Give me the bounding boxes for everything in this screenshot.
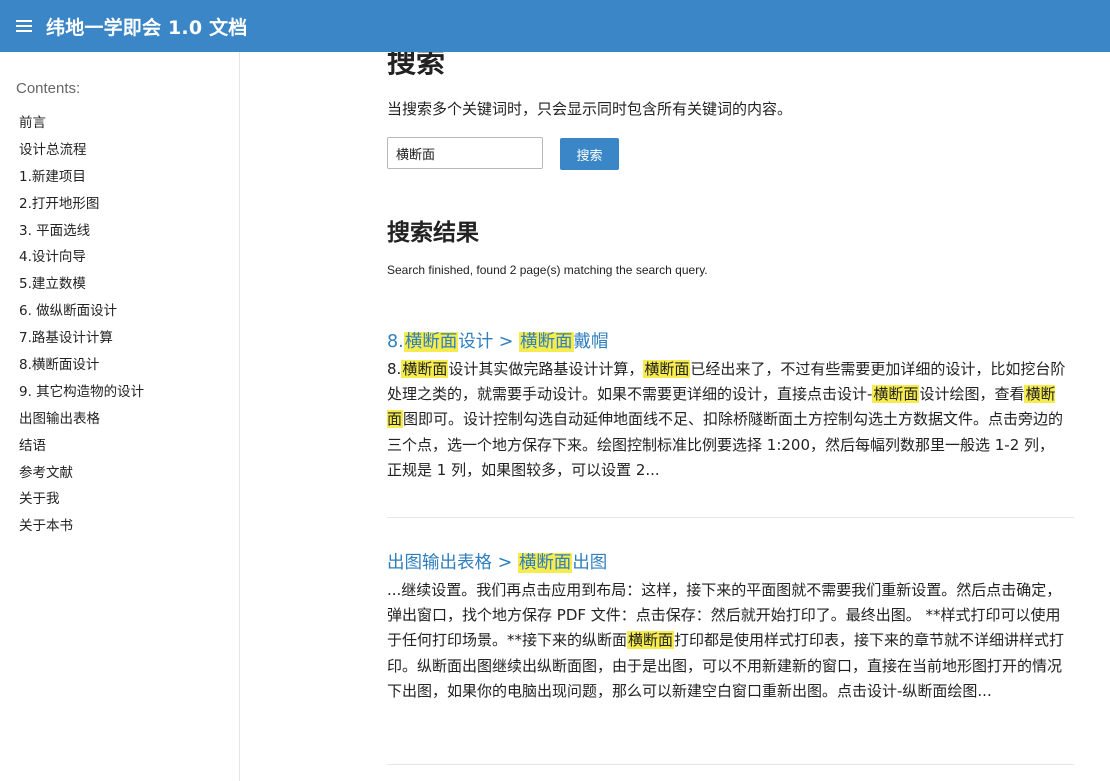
toc-item[interactable]: 关于本书 (19, 517, 144, 544)
search-result: 8.横断面设计 > 横断面戴帽 8.横断面设计其实做完路基设计计算，横断面已经出… (387, 330, 1075, 483)
toc-item[interactable]: 6. 做纵断面设计 (19, 302, 144, 329)
search-input[interactable] (387, 137, 543, 169)
highlight-term: 横断面 (872, 385, 920, 404)
breadcrumb-separator: > (498, 332, 514, 352)
table-of-contents: 前言 设计总流程 1.新建项目 2.打开地形图 3. 平面选线 4.设计向导 5… (19, 114, 144, 544)
result-snippet: 8.横断面设计其实做完路基设计计算，横断面已经出来了，不过有些需要更加详细的设计… (387, 357, 1067, 483)
highlight-term: 横断面 (643, 360, 691, 378)
title-segment: 8. (387, 332, 404, 352)
highlight-term: 横断面 (627, 631, 675, 650)
snippet-segment: 8. (387, 360, 402, 378)
highlight-term: 横断面 (519, 332, 574, 352)
main-content: 搜索 当搜索多个关键词时，只会显示同时包含所有关键词的内容。 搜索 搜索结果 S… (387, 52, 1075, 781)
toc-item[interactable]: 9. 其它构造物的设计 (19, 383, 144, 410)
title-segment: 出图输出表格 (387, 553, 498, 573)
highlight-term: 横断面 (403, 332, 459, 352)
toc-item[interactable]: 5.建立数模 (19, 275, 144, 302)
toc-item[interactable]: 参考文献 (19, 464, 144, 491)
toc-item[interactable]: 3. 平面选线 (19, 222, 144, 249)
toc-item[interactable]: 出图输出表格 (19, 410, 144, 437)
hamburger-menu-icon[interactable] (16, 20, 32, 32)
contents-caption: Contents: (16, 80, 81, 97)
toc-item[interactable]: 4.设计向导 (19, 248, 144, 275)
toc-item[interactable]: 设计总流程 (19, 141, 144, 168)
result-divider (387, 764, 1074, 765)
result-divider (387, 517, 1074, 518)
breadcrumb-separator: > (497, 553, 513, 573)
toc-item[interactable]: 2.打开地形图 (19, 195, 144, 222)
search-result: 出图输出表格 > 横断面出图 ...继续设置。我们再点击应用到布局：这样，接下来… (387, 551, 1075, 704)
title-segment: 出图 (572, 553, 608, 573)
toc-item[interactable]: 8.横断面设计 (19, 356, 144, 383)
sidebar: Contents: 前言 设计总流程 1.新建项目 2.打开地形图 3. 平面选… (0, 52, 240, 781)
results-summary: Search finished, found 2 page(s) matchin… (387, 263, 708, 277)
title-segment: 设计 (458, 332, 499, 352)
result-title-link[interactable]: 8.横断面设计 > 横断面戴帽 (387, 330, 1075, 354)
toc-item[interactable]: 结语 (19, 437, 144, 464)
page-title: 搜索 (387, 52, 446, 79)
results-heading: 搜索结果 (387, 220, 479, 246)
search-intro-text: 当搜索多个关键词时，只会显示同时包含所有关键词的内容。 (387, 100, 793, 118)
toc-item[interactable]: 前言 (19, 114, 144, 141)
snippet-segment: 设计其实做完路基设计计算， (448, 360, 644, 378)
result-title-link[interactable]: 出图输出表格 > 横断面出图 (387, 551, 1075, 575)
toc-item[interactable]: 1.新建项目 (19, 168, 144, 195)
title-segment: 戴帽 (573, 332, 609, 352)
title-segment (512, 553, 518, 573)
snippet-segment: 图即可。设计控制勾选自动延伸地面线不足、扣除桥隧断面土方控制勾选土方数据文件。点… (387, 410, 1064, 479)
snippet-segment: 设计绘图，查看 (919, 385, 1025, 404)
highlight-term: 横断面 (517, 553, 573, 573)
site-title[interactable]: 纬地一学即会 1.0 文档 (46, 13, 248, 40)
highlight-term: 横断面 (401, 360, 449, 378)
top-bar: 纬地一学即会 1.0 文档 (0, 0, 1110, 52)
search-button[interactable]: 搜索 (560, 138, 619, 170)
toc-item[interactable]: 7.路基设计计算 (19, 329, 144, 356)
result-snippet: ...继续设置。我们再点击应用到布局：这样，接下来的平面图就不需要我们重新设置。… (387, 578, 1067, 704)
toc-item[interactable]: 关于我 (19, 490, 144, 517)
